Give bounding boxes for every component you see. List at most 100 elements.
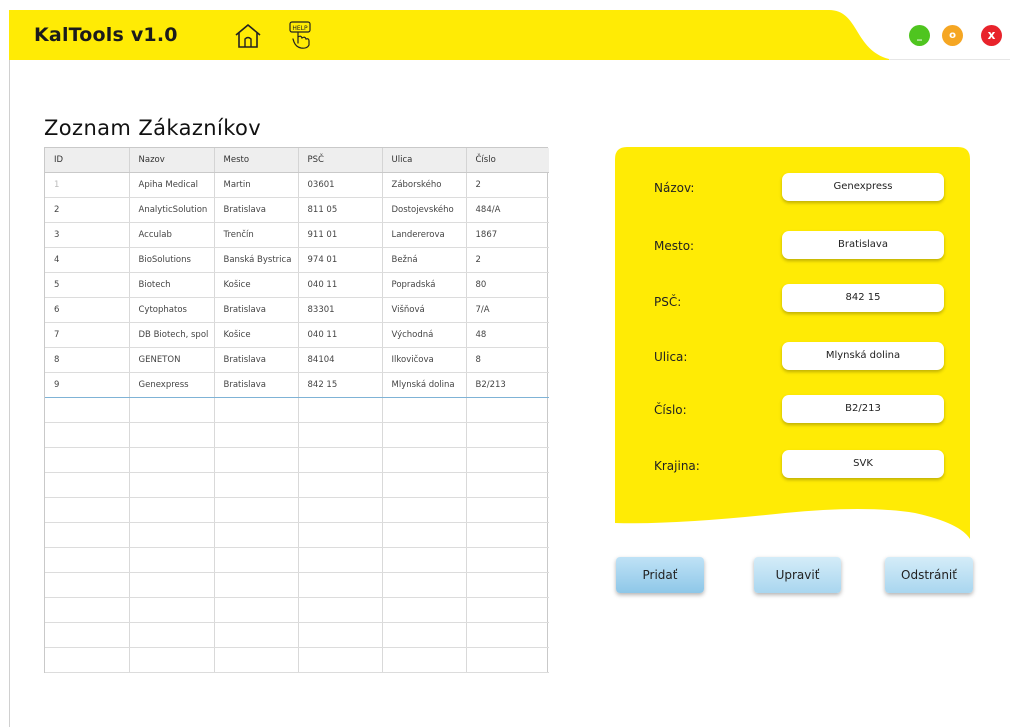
column-header-id[interactable]: ID <box>45 148 130 173</box>
empty-cell <box>382 397 467 423</box>
empty-cell <box>129 647 215 673</box>
nazov-field[interactable] <box>782 173 944 201</box>
mesto-field[interactable] <box>782 231 944 259</box>
table-cell: 811 05 <box>298 197 383 223</box>
table-row[interactable]: 4 BioSolutions Banská Bystrica 974 01 Bežná 2 <box>45 247 549 273</box>
table-cell: 6 <box>45 297 130 323</box>
table-row[interactable]: 1 Apiha Medical Martin 03601 Záborského 2 <box>45 172 549 198</box>
empty-cell <box>214 622 299 648</box>
table-cell: Dostojevského <box>382 197 467 223</box>
column-header-cislo[interactable]: Číslo <box>466 148 549 173</box>
edit-button[interactable]: Upraviť <box>754 557 841 593</box>
minimize-button[interactable]: _ <box>909 25 930 46</box>
table-cell: 7 <box>45 322 130 348</box>
table-cell: 80 <box>466 272 549 298</box>
krajina-label: Krajina: <box>654 459 700 473</box>
table-row[interactable]: 3 Acculab Trenčín 911 01 Landererova 1867 <box>45 222 549 248</box>
table-cell: 84104 <box>298 347 383 373</box>
table-header-row: ID Nazov Mesto PSČ Ulica Číslo <box>45 148 549 173</box>
empty-cell <box>129 422 215 448</box>
column-header-nazov[interactable]: Nazov <box>129 148 215 173</box>
table-cell: 3 <box>45 222 130 248</box>
empty-cell <box>466 622 549 648</box>
table-cell: Banská Bystrica <box>214 247 299 273</box>
empty-table-row[interactable] <box>45 572 549 598</box>
empty-cell <box>45 447 130 473</box>
table-row[interactable]: 2 AnalyticSolution Bratislava 811 05 Dostoje… <box>45 197 549 223</box>
empty-table-row[interactable] <box>45 447 549 473</box>
empty-cell <box>382 622 467 648</box>
table-cell: Záborského <box>382 172 467 198</box>
empty-cell <box>298 572 383 598</box>
table-cell: 2 <box>45 197 130 223</box>
maximize-button[interactable]: o <box>942 25 963 46</box>
table-cell: 1 <box>45 172 130 198</box>
empty-cell <box>214 597 299 623</box>
table-cell: Višňová <box>382 297 467 323</box>
table-cell: AnalyticSolution <box>129 197 215 223</box>
empty-cell <box>129 397 215 423</box>
add-button[interactable]: Pridať <box>616 557 704 593</box>
empty-cell <box>45 572 130 598</box>
empty-cell <box>298 447 383 473</box>
empty-cell <box>466 597 549 623</box>
table-row[interactable]: 7 DB Biotech, spol Košice 040 11 Východná 48 <box>45 322 549 348</box>
column-header-mesto[interactable]: Mesto <box>214 148 299 173</box>
empty-cell <box>466 647 549 673</box>
table-cell: 8 <box>466 347 549 373</box>
help-hand-icon[interactable]: HELP <box>287 20 315 50</box>
column-header-ulica[interactable]: Ulica <box>382 148 467 173</box>
table-cell: 4 <box>45 247 130 273</box>
empty-cell <box>298 547 383 573</box>
empty-cell <box>45 422 130 448</box>
table-cell: Genexpress <box>129 372 215 398</box>
remove-button[interactable]: Odstrániť <box>885 557 973 593</box>
home-icon[interactable] <box>233 22 263 50</box>
cislo-field[interactable] <box>782 395 944 423</box>
empty-cell <box>466 522 549 548</box>
empty-cell <box>298 497 383 523</box>
table-cell: Bežná <box>382 247 467 273</box>
empty-cell <box>214 447 299 473</box>
empty-cell <box>45 497 130 523</box>
table-cell: Martin <box>214 172 299 198</box>
empty-table-row[interactable] <box>45 547 549 573</box>
empty-table-row[interactable] <box>45 647 549 673</box>
table-cell: Acculab <box>129 222 215 248</box>
table-row[interactable]: 9 Genexpress Bratislava 842 15 Mlynská dolin… <box>45 372 549 398</box>
psc-field[interactable] <box>782 284 944 312</box>
empty-cell <box>45 647 130 673</box>
empty-table-row[interactable] <box>45 472 549 498</box>
nazov-label: Názov: <box>654 181 695 195</box>
svg-text:HELP: HELP <box>292 25 308 32</box>
table-cell: 7/A <box>466 297 549 323</box>
page-title: Zoznam Zákazníkov <box>44 116 262 140</box>
column-header-psc[interactable]: PSČ <box>298 148 383 173</box>
empty-cell <box>382 497 467 523</box>
psc-label: PSČ: <box>654 295 682 309</box>
empty-table-row[interactable] <box>45 597 549 623</box>
empty-table-row[interactable] <box>45 622 549 648</box>
empty-table-row[interactable] <box>45 422 549 448</box>
empty-cell <box>129 447 215 473</box>
table-row[interactable]: 8 GENETON Bratislava 84104 Ilkovičova 8 <box>45 347 549 373</box>
table-cell: 2 <box>466 247 549 273</box>
empty-table-row[interactable] <box>45 497 549 523</box>
empty-cell <box>214 572 299 598</box>
table-cell: BioSolutions <box>129 247 215 273</box>
empty-cell <box>129 597 215 623</box>
table-cell: 974 01 <box>298 247 383 273</box>
table-row[interactable]: 6 Cytophatos Bratislava 83301 Višňová 7/A <box>45 297 549 323</box>
empty-cell <box>129 472 215 498</box>
empty-cell <box>298 422 383 448</box>
empty-table-row[interactable] <box>45 397 549 423</box>
empty-cell <box>45 622 130 648</box>
empty-table-row[interactable] <box>45 522 549 548</box>
krajina-field[interactable] <box>782 450 944 478</box>
close-button[interactable]: x <box>981 25 1002 46</box>
table-cell: Apiha Medical <box>129 172 215 198</box>
empty-cell <box>298 597 383 623</box>
table-cell: 2 <box>466 172 549 198</box>
table-row[interactable]: 5 Biotech Košice 040 11 Popradská 80 <box>45 272 549 298</box>
ulica-field[interactable] <box>782 342 944 370</box>
